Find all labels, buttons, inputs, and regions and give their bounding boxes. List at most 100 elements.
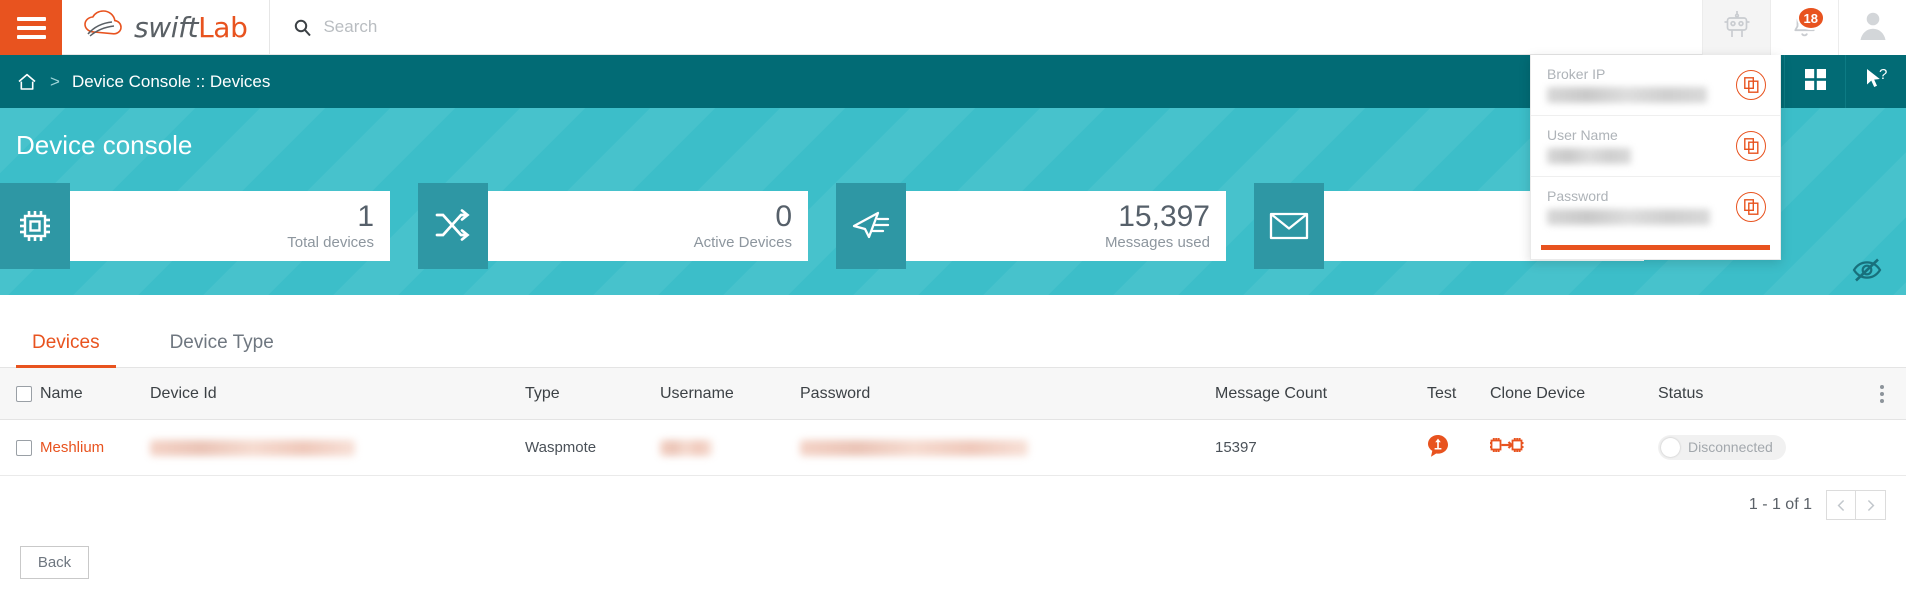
search-input[interactable] — [323, 17, 644, 37]
more-options-icon[interactable] — [1880, 384, 1884, 403]
shuffle-icon — [418, 183, 488, 269]
search-icon — [294, 19, 312, 36]
cloud-logo-icon — [80, 9, 132, 46]
status-label: Disconnected — [1688, 439, 1773, 455]
page-title: Device console — [16, 130, 193, 160]
copy-broker-ip-button[interactable] — [1736, 69, 1766, 100]
chip-processor-icon — [0, 183, 70, 269]
apps-grid-button[interactable] — [1784, 55, 1845, 108]
eye-off-icon[interactable] — [1850, 253, 1884, 287]
tab-device-type[interactable]: Device Type — [154, 332, 290, 367]
robot-device-icon — [1723, 10, 1751, 45]
credential-label: Password — [1547, 188, 1609, 204]
cell-test — [1427, 434, 1490, 462]
home-icon[interactable] — [16, 71, 38, 93]
copy-icon — [1743, 198, 1759, 215]
pagination-buttons — [1826, 490, 1886, 520]
stat-value: 15,397 — [1118, 200, 1210, 234]
stat-label: Messages used — [1104, 233, 1210, 251]
stat-card-messages-used: 15,397 Messages used — [836, 183, 1226, 269]
redacted-broker-ip-value — [1547, 87, 1707, 103]
search-container — [270, 0, 1702, 54]
stat-label: Total devices — [287, 233, 374, 251]
column-header-clone-device[interactable]: Clone Device — [1490, 385, 1658, 403]
column-header-device-id[interactable]: Device Id — [150, 385, 525, 403]
cell-type: Waspmote — [525, 439, 597, 456]
user-profile-button[interactable] — [1838, 0, 1906, 55]
help-cursor-button[interactable]: ? — [1845, 55, 1906, 108]
hamburger-line — [16, 34, 46, 39]
copy-icon — [1743, 76, 1759, 93]
cursor-help-icon: ? — [1863, 66, 1890, 98]
notification-badge: 18 — [1796, 6, 1825, 30]
brand-logo[interactable]: swiftLab — [62, 0, 271, 55]
stat-label: Active Devices — [693, 233, 792, 251]
copy-password-button[interactable] — [1736, 191, 1766, 222]
stat-cards: 1 Total devices 0 Active Devices 15,397 … — [0, 183, 1644, 269]
redacted-password-value — [1547, 209, 1710, 225]
redacted-user-name-value — [1547, 148, 1631, 164]
column-header-message-count[interactable]: Message Count — [1215, 385, 1427, 403]
copy-icon — [1743, 137, 1759, 154]
status-badge[interactable]: Disconnected — [1658, 434, 1786, 460]
cell-name[interactable]: Meshlium — [40, 439, 150, 456]
row-select-cell — [0, 439, 40, 456]
test-message-icon[interactable] — [1427, 434, 1449, 462]
credential-label: User Name — [1547, 127, 1618, 143]
credential-label: Broker IP — [1547, 66, 1606, 82]
copy-user-name-button[interactable] — [1736, 130, 1766, 161]
table-options-cell — [1858, 384, 1906, 403]
panel-footer-spacer — [1531, 250, 1780, 259]
top-bar: swiftLab Search 18 — [0, 0, 1906, 55]
kebab-dot — [1880, 391, 1884, 396]
column-header-name[interactable]: Name — [40, 385, 150, 403]
pagination-range: 1 - 1 of 1 — [1748, 496, 1812, 513]
credential-row-user-name: User Name — [1531, 116, 1780, 177]
brand-name-swift: swift — [134, 11, 199, 44]
brand-name-lab: Lab — [198, 11, 248, 44]
tab-bar: Devices Device Type — [0, 310, 1906, 368]
column-header-status[interactable]: Status — [1658, 385, 1858, 403]
stat-card-total-devices: 1 Total devices — [0, 183, 390, 269]
pagination-prev-button[interactable] — [1826, 490, 1856, 520]
breadcrumb: > Device Console :: Devices — [0, 71, 270, 93]
topbar-actions: 18 — [1702, 0, 1906, 55]
stat-value: 0 — [775, 200, 792, 234]
hamburger-menu-icon[interactable] — [0, 0, 62, 55]
cell-username — [660, 439, 800, 457]
breadcrumb-separator: > — [50, 71, 60, 91]
select-all-checkbox[interactable] — [16, 385, 32, 402]
pagination-next-button[interactable] — [1856, 490, 1886, 520]
column-header-username[interactable]: Username — [660, 385, 800, 403]
column-header-test[interactable]: Test — [1427, 385, 1490, 403]
hamburger-line — [16, 16, 46, 21]
envelope-icon — [1254, 183, 1324, 269]
back-button[interactable]: Back — [20, 546, 89, 579]
redacted-password — [800, 440, 1028, 457]
breadcrumb-path[interactable]: Device Console :: Devices — [72, 72, 270, 92]
devices-table: Name Device Id Type Username Password Me… — [0, 368, 1906, 476]
device-credentials-button[interactable] — [1702, 0, 1770, 55]
row-checkbox[interactable] — [16, 439, 32, 456]
cell-status: Disconnected — [1658, 434, 1858, 461]
chevron-left-icon — [1837, 499, 1844, 511]
notifications-button[interactable]: 18 — [1770, 0, 1838, 55]
kebab-dot — [1880, 398, 1884, 403]
cell-device-id — [150, 439, 525, 457]
tab-devices[interactable]: Devices — [16, 332, 116, 368]
kebab-dot — [1880, 384, 1884, 389]
column-header-type[interactable]: Type — [525, 385, 660, 403]
grid-apps-icon — [1803, 67, 1828, 97]
table-row[interactable]: Meshlium Waspmote 15397 Disconnected — [0, 420, 1906, 476]
credential-row-password: Password — [1531, 177, 1780, 237]
redacted-device-id — [150, 440, 355, 457]
cell-password — [800, 439, 1215, 457]
credential-row-broker-ip: Broker IP — [1531, 55, 1780, 116]
column-header-password[interactable]: Password — [800, 385, 1215, 403]
pagination: 1 - 1 of 1 — [1749, 490, 1886, 520]
clone-device-icon[interactable] — [1490, 437, 1524, 461]
table-header-row: Name Device Id Type Username Password Me… — [0, 368, 1906, 420]
stat-card-active-devices: 0 Active Devices — [418, 183, 808, 269]
cell-message-count: 15397 — [1215, 439, 1257, 456]
svg-text:?: ? — [1879, 66, 1887, 83]
